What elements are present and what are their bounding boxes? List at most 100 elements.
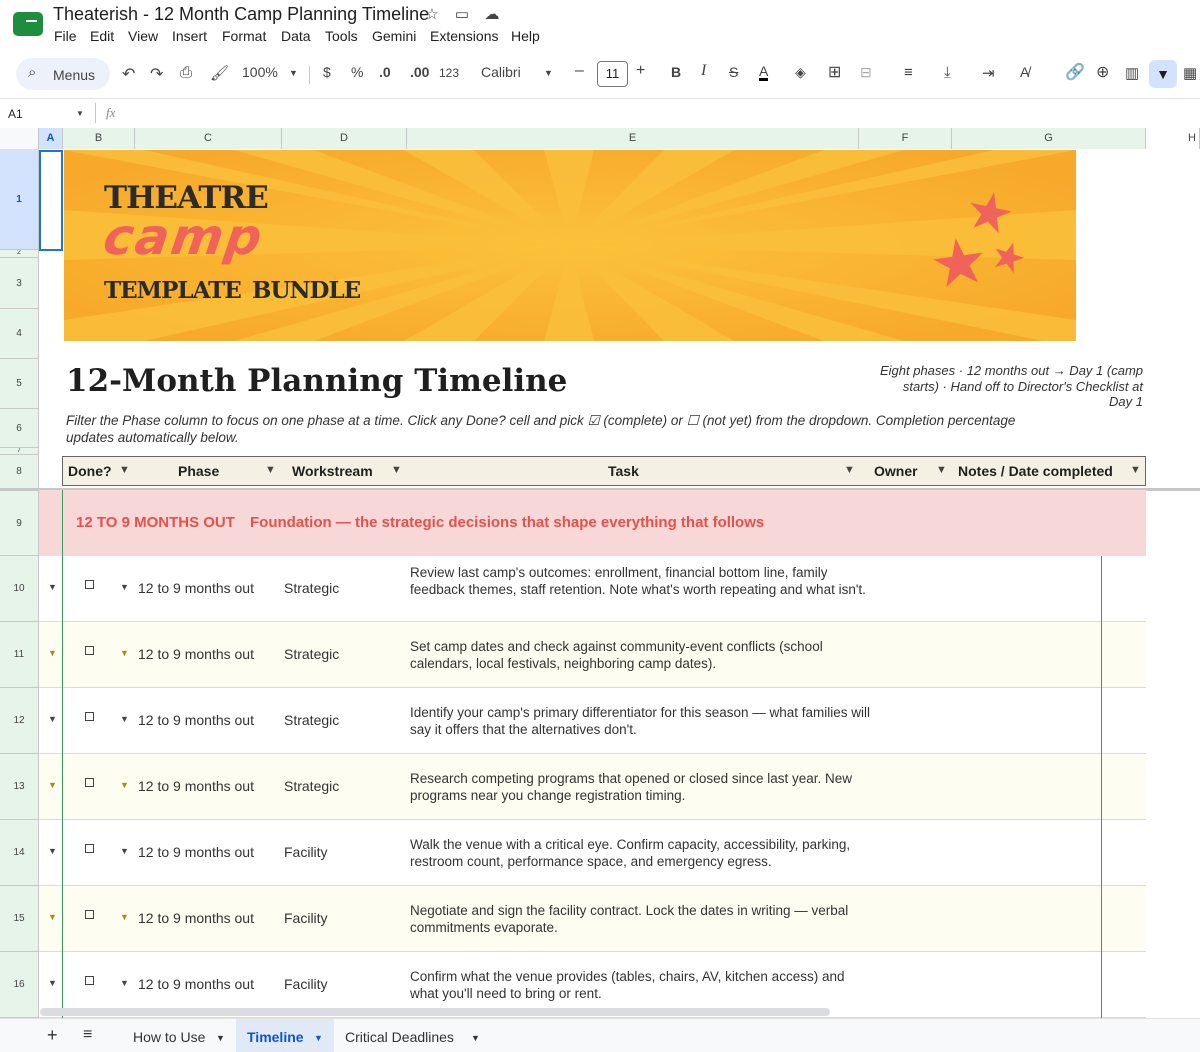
workstream-cell[interactable]: Strategic (284, 580, 339, 596)
decrease-decimal-button[interactable]: .0 (379, 64, 391, 80)
column-header-h[interactable]: H (1146, 128, 1200, 149)
horizontal-align-icon[interactable]: ≡ (904, 64, 913, 81)
column-header-g[interactable]: G (952, 128, 1146, 149)
column-header-d[interactable]: D (282, 128, 407, 149)
phase-dropdown-icon[interactable]: ▼ (120, 714, 129, 724)
row-header-6[interactable]: 6 (0, 409, 39, 448)
column-header-c[interactable]: C (135, 128, 282, 149)
tab-critical-deadlines[interactable]: Critical Deadlines (345, 1029, 454, 1045)
row-header-2[interactable]: 2 (0, 250, 39, 258)
workstream-cell[interactable]: Strategic (284, 712, 339, 728)
row-dropdown-icon[interactable]: ▼ (48, 978, 57, 988)
name-box-chevron-down-icon[interactable]: ▼ (76, 109, 84, 118)
paint-format-icon[interactable]: 🖌 (210, 64, 229, 82)
text-color-icon[interactable]: A (759, 64, 769, 81)
phase-cell[interactable]: 12 to 9 months out (138, 976, 254, 992)
tab-how-to-use[interactable]: How to Use (133, 1029, 205, 1045)
task-cell[interactable]: Confirm what the venue provides (tables,… (410, 968, 870, 1002)
row-header-5[interactable]: 5 (0, 359, 39, 409)
workstream-cell[interactable]: Facility (284, 976, 328, 992)
formula-input[interactable] (130, 105, 1130, 123)
horizontal-scrollbar[interactable] (40, 1008, 830, 1016)
filter-done-icon[interactable]: ▼ (119, 464, 130, 476)
done-checkbox[interactable] (85, 712, 94, 721)
bold-icon[interactable]: B (671, 64, 681, 80)
decrease-font-size-icon[interactable]: – (575, 62, 584, 80)
row-dropdown-icon[interactable]: ▼ (48, 912, 57, 922)
done-checkbox[interactable] (85, 844, 94, 853)
row-header-9[interactable]: 9 (0, 491, 39, 556)
phase-cell[interactable]: 12 to 9 months out (138, 646, 254, 662)
table-view-icon[interactable]: ▦ (1183, 64, 1197, 82)
tab-timeline[interactable]: Timeline (247, 1029, 304, 1045)
workstream-cell[interactable]: Facility (284, 910, 328, 926)
phase-dropdown-icon[interactable]: ▼ (120, 978, 129, 988)
tab-timeline-chevron-down-icon[interactable]: ▼ (314, 1033, 323, 1043)
star-icon[interactable]: ☆ (423, 6, 441, 24)
font-size-input[interactable]: 11 (597, 61, 628, 87)
menu-file[interactable]: File (54, 28, 77, 44)
row-header-1[interactable]: 1 (0, 149, 39, 250)
column-header-f[interactable]: F (859, 128, 952, 149)
phase-cell[interactable]: 12 to 9 months out (138, 910, 254, 926)
currency-format-button[interactable]: $ (323, 64, 331, 80)
name-box[interactable]: A1 (8, 107, 23, 121)
select-all-corner[interactable] (0, 128, 39, 149)
phase-cell[interactable]: 12 to 9 months out (138, 844, 254, 860)
move-folder-icon[interactable]: ▭ (453, 6, 471, 24)
row-dropdown-icon[interactable]: ▼ (48, 780, 57, 790)
row-header-13[interactable]: 13 (0, 754, 39, 820)
row-dropdown-icon[interactable]: ▼ (48, 582, 57, 592)
row-dropdown-icon[interactable]: ▼ (48, 648, 57, 658)
phase-dropdown-icon[interactable]: ▼ (120, 846, 129, 856)
row-header-12[interactable]: 12 (0, 688, 39, 754)
cloud-status-icon[interactable]: ☁ (483, 6, 501, 24)
menu-view[interactable]: View (128, 28, 158, 44)
redo-icon[interactable]: ↷ (150, 64, 163, 84)
sheets-logo-icon[interactable] (13, 12, 43, 36)
filter-notes-icon[interactable]: ▼ (1130, 464, 1141, 476)
zoom-chevron-down-icon[interactable]: ▼ (289, 68, 298, 78)
menu-data[interactable]: Data (281, 28, 311, 44)
filter-task-icon[interactable]: ▼ (844, 464, 855, 476)
workstream-cell[interactable]: Strategic (284, 646, 339, 662)
phase-dropdown-icon[interactable]: ▼ (120, 648, 129, 658)
selected-cell-a1[interactable] (39, 150, 63, 251)
done-checkbox[interactable] (85, 778, 94, 787)
percent-format-button[interactable]: % (351, 64, 363, 80)
task-cell[interactable]: Negotiate and sign the facility contract… (410, 902, 870, 936)
menus-search-button[interactable]: ⌕ Menus (16, 58, 110, 90)
filter-workstream-icon[interactable]: ▼ (391, 464, 402, 476)
menu-format[interactable]: Format (222, 28, 266, 44)
text-wrapping-icon[interactable]: ⇥ (982, 64, 995, 82)
zoom-select[interactable]: 100% (242, 64, 278, 80)
font-select[interactable]: Calibri (481, 64, 521, 80)
font-chevron-down-icon[interactable]: ▼ (544, 68, 553, 78)
phase-dropdown-icon[interactable]: ▼ (120, 912, 129, 922)
done-checkbox[interactable] (85, 580, 94, 589)
vertical-align-icon[interactable]: ⤓ (944, 64, 951, 81)
row-header-15[interactable]: 15 (0, 886, 39, 952)
column-header-a[interactable]: A (39, 128, 63, 149)
borders-icon[interactable]: ⊞ (828, 62, 841, 82)
column-header-b[interactable]: B (63, 128, 135, 149)
row-header-11[interactable]: 11 (0, 622, 39, 688)
menu-extensions[interactable]: Extensions (430, 28, 498, 44)
task-cell[interactable]: Review last camp's outcomes: enrollment,… (410, 564, 870, 598)
row-header-3[interactable]: 3 (0, 258, 39, 309)
phase-cell[interactable]: 12 to 9 months out (138, 580, 254, 596)
insert-comment-icon[interactable]: ⊕ (1096, 62, 1109, 82)
row-header-14[interactable]: 14 (0, 820, 39, 886)
row-header-10[interactable]: 10 (0, 556, 39, 622)
phase-dropdown-icon[interactable]: ▼ (120, 780, 129, 790)
row-header-4[interactable]: 4 (0, 309, 39, 359)
menu-help[interactable]: Help (511, 28, 540, 44)
insert-chart-icon[interactable]: ▥ (1125, 64, 1139, 82)
undo-icon[interactable]: ↶ (122, 64, 135, 84)
filter-owner-icon[interactable]: ▼ (936, 464, 947, 476)
strikethrough-icon[interactable]: S (729, 64, 738, 80)
row-header-16[interactable]: 16 (0, 952, 39, 1018)
add-sheet-icon[interactable]: + (47, 1025, 58, 1046)
text-rotation-icon[interactable]: A̸ (1020, 64, 1029, 80)
increase-decimal-button[interactable]: .00 (410, 64, 429, 80)
